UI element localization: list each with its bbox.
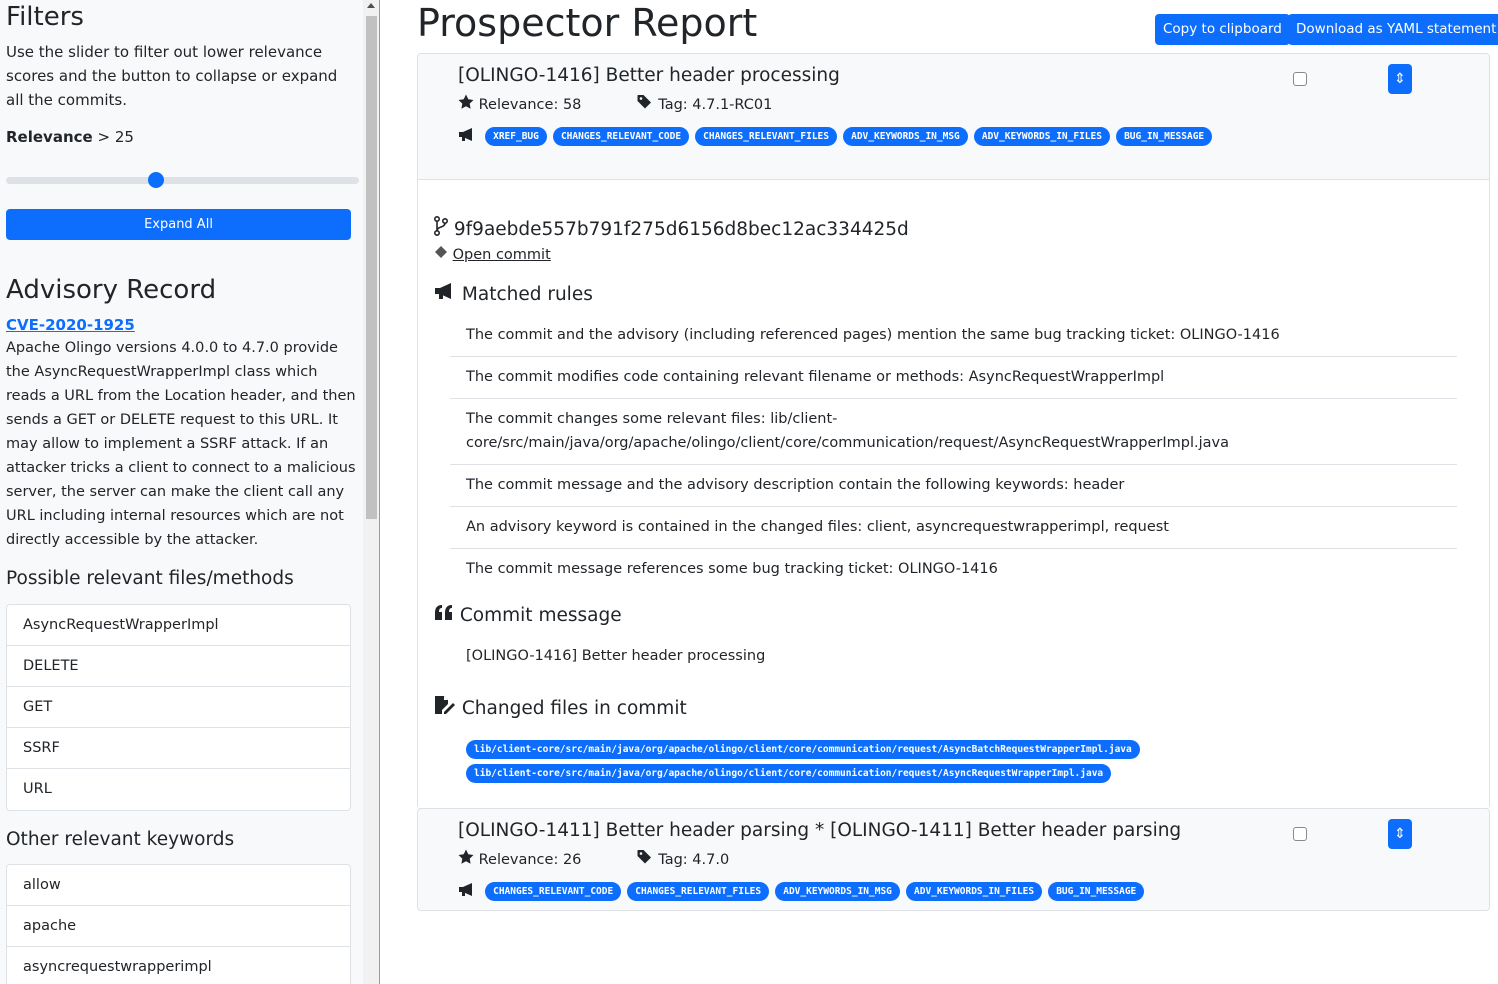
star-icon bbox=[458, 94, 474, 116]
commit-card-header: [OLINGO-1411] Better header parsing * [O… bbox=[418, 809, 1489, 910]
star-icon bbox=[458, 849, 474, 871]
commit-card-body: 9f9aebde557b791f275d6156d8bec12ac334425d… bbox=[418, 179, 1489, 808]
megaphone-icon bbox=[458, 880, 476, 904]
matched-rules-title: Matched rules bbox=[461, 284, 593, 305]
list-item: GET bbox=[7, 687, 350, 728]
download-yaml-button[interactable]: Download as YAML statement bbox=[1288, 14, 1498, 45]
rule-badge: CHANGES_RELEVANT_FILES bbox=[695, 127, 837, 146]
rule-badge: CHANGES_RELEVANT_CODE bbox=[552, 127, 690, 146]
list-item: URL bbox=[23, 781, 52, 797]
filters-description: Use the slider to filter out lower relev… bbox=[6, 43, 338, 109]
rule-badge: ADV_KEYWORDS_IN_FILES bbox=[973, 127, 1110, 146]
rule-badge: CHANGES_RELEVANT_FILES bbox=[627, 882, 770, 901]
commit-card: [OLINGO-1411] Better header parsing * [O… bbox=[417, 808, 1490, 911]
rule-badge: ADV_KEYWORDS_IN_FILES bbox=[906, 882, 1043, 901]
filters-title: Filters bbox=[6, 2, 84, 32]
keywords-list: allow apache asyncrequestwrapperimpl bbox=[6, 864, 351, 984]
changed-files-title: Changed files in commit bbox=[461, 698, 687, 719]
commit-message-heading: Commit message bbox=[434, 603, 622, 629]
rule-badge: ADV_KEYWORDS_IN_MSG bbox=[775, 882, 900, 901]
relevance-operator: > bbox=[97, 128, 111, 146]
relevant-files-list: AsyncRequestWrapperImpl DELETE GET SSRF … bbox=[6, 604, 351, 811]
rule-badge: XREF_BUG bbox=[485, 127, 547, 146]
relevance-score: Relevance: 26 bbox=[478, 852, 582, 868]
scroll-up-arrow-icon[interactable] bbox=[367, 3, 375, 8]
relevance-value: 25 bbox=[114, 128, 134, 146]
matched-rules-heading: Matched rules bbox=[434, 282, 593, 308]
open-commit-row: Open commit bbox=[434, 244, 551, 266]
commit-meta: Relevance: 58 Tag: 4.7.1-RC01 bbox=[458, 94, 772, 116]
list-item: The commit message references some bug t… bbox=[466, 561, 998, 577]
relevance-slider[interactable] bbox=[6, 170, 359, 190]
commit-message: [OLINGO-1416] Better header processing bbox=[466, 648, 766, 664]
commit-title: [OLINGO-1416] Better header processing bbox=[458, 65, 840, 86]
commit-message-title: Commit message bbox=[459, 605, 622, 626]
relevance-filter-label: Relevance > 25 bbox=[6, 126, 359, 148]
commit-card: [OLINGO-1416] Better header processing R… bbox=[417, 53, 1490, 809]
commit-sha-text: 9f9aebde557b791f275d6156d8bec12ac334425d bbox=[453, 219, 909, 240]
commit-meta: Relevance: 26 Tag: 4.7.0 bbox=[458, 849, 729, 871]
advisory-description: Apache Olingo versions 4.0.0 to 4.7.0 pr… bbox=[6, 340, 356, 548]
open-commit-link[interactable]: Open commit bbox=[453, 247, 551, 263]
quote-icon bbox=[434, 603, 454, 629]
copy-to-clipboard-button[interactable]: Copy to clipboard bbox=[1155, 14, 1290, 45]
advisory-title: Advisory Record bbox=[6, 275, 217, 305]
list-item: The commit and the advisory (including r… bbox=[450, 315, 1457, 357]
main-content: Prospector Report Copy to clipboard Down… bbox=[381, 0, 1498, 984]
rule-badge: BUG_IN_MESSAGE bbox=[1116, 127, 1213, 146]
expand-collapse-icon: ⇕ bbox=[1394, 826, 1406, 842]
rule-badges: CHANGES_RELEVANT_CODE CHANGES_RELEVANT_F… bbox=[458, 879, 1458, 904]
commit-sha: 9f9aebde557b791f275d6156d8bec12ac334425d bbox=[433, 215, 909, 244]
list-item: The commit message and the advisory desc… bbox=[450, 465, 1457, 507]
relevance-label-text: Relevance bbox=[6, 128, 93, 146]
list-item: allow bbox=[7, 865, 350, 906]
list-item: An advisory keyword is contained in the … bbox=[450, 507, 1457, 549]
commit-card-header: [OLINGO-1416] Better header processing R… bbox=[418, 54, 1489, 179]
changed-files-heading: Changed files in commit bbox=[434, 695, 687, 723]
list-item: The commit modifies code containing rele… bbox=[450, 357, 1457, 399]
list-item: The commit changes some relevant files: … bbox=[450, 399, 1457, 465]
scrollbar-thumb[interactable] bbox=[366, 16, 377, 519]
expand-all-button[interactable]: Expand All bbox=[6, 209, 351, 240]
expand-collapse-icon: ⇕ bbox=[1394, 71, 1406, 87]
sidebar-scrollbar[interactable] bbox=[363, 0, 380, 984]
changed-files-list: lib/client-core/src/main/java/org/apache… bbox=[466, 740, 1141, 788]
list-item: DELETE bbox=[7, 646, 350, 687]
commit-title: [OLINGO-1411] Better header parsing * [O… bbox=[458, 820, 1182, 841]
slider-thumb[interactable] bbox=[148, 172, 164, 188]
page-title: Prospector Report bbox=[417, 1, 758, 45]
relevance-score: Relevance: 58 bbox=[478, 97, 582, 113]
slider-track[interactable] bbox=[6, 177, 359, 184]
megaphone-icon bbox=[458, 125, 476, 149]
commit-tag: Tag: 4.7.0 bbox=[658, 852, 730, 868]
rule-badge: ADV_KEYWORDS_IN_MSG bbox=[843, 127, 968, 146]
file-edit-icon bbox=[434, 695, 456, 723]
changed-file-badge: lib/client-core/src/main/java/org/apache… bbox=[466, 764, 1112, 783]
tag-icon bbox=[637, 849, 654, 871]
list-item: apache bbox=[7, 906, 350, 947]
changed-file-badge: lib/client-core/src/main/java/org/apache… bbox=[466, 740, 1140, 759]
cve-link[interactable]: CVE-2020-1925 bbox=[6, 314, 359, 336]
sidebar: Filters Use the slider to filter out low… bbox=[0, 0, 365, 984]
megaphone-icon bbox=[434, 282, 456, 308]
commit-select-checkbox[interactable] bbox=[1293, 72, 1307, 86]
rule-badge: CHANGES_RELEVANT_CODE bbox=[485, 882, 622, 901]
keywords-title: Other relevant keywords bbox=[6, 829, 235, 850]
commit-select-checkbox[interactable] bbox=[1293, 827, 1307, 841]
tag-icon bbox=[637, 94, 654, 116]
list-item: SSRF bbox=[7, 728, 350, 769]
git-diamond-icon bbox=[434, 244, 448, 266]
collapse-toggle-button[interactable]: ⇕ bbox=[1388, 819, 1412, 849]
git-branch-icon bbox=[433, 215, 449, 244]
rule-badges: XREF_BUG CHANGES_RELEVANT_CODE CHANGES_R… bbox=[458, 124, 1218, 149]
list-item: asyncrequestwrapperimpl bbox=[23, 959, 212, 975]
matched-rules-list: The commit and the advisory (including r… bbox=[450, 315, 1457, 590]
relevant-files-title: Possible relevant files/methods bbox=[6, 568, 294, 589]
rule-badge: BUG_IN_MESSAGE bbox=[1048, 882, 1145, 901]
collapse-toggle-button[interactable]: ⇕ bbox=[1388, 64, 1412, 94]
list-item: AsyncRequestWrapperImpl bbox=[7, 605, 350, 646]
commit-tag: Tag: 4.7.1-RC01 bbox=[658, 97, 773, 113]
